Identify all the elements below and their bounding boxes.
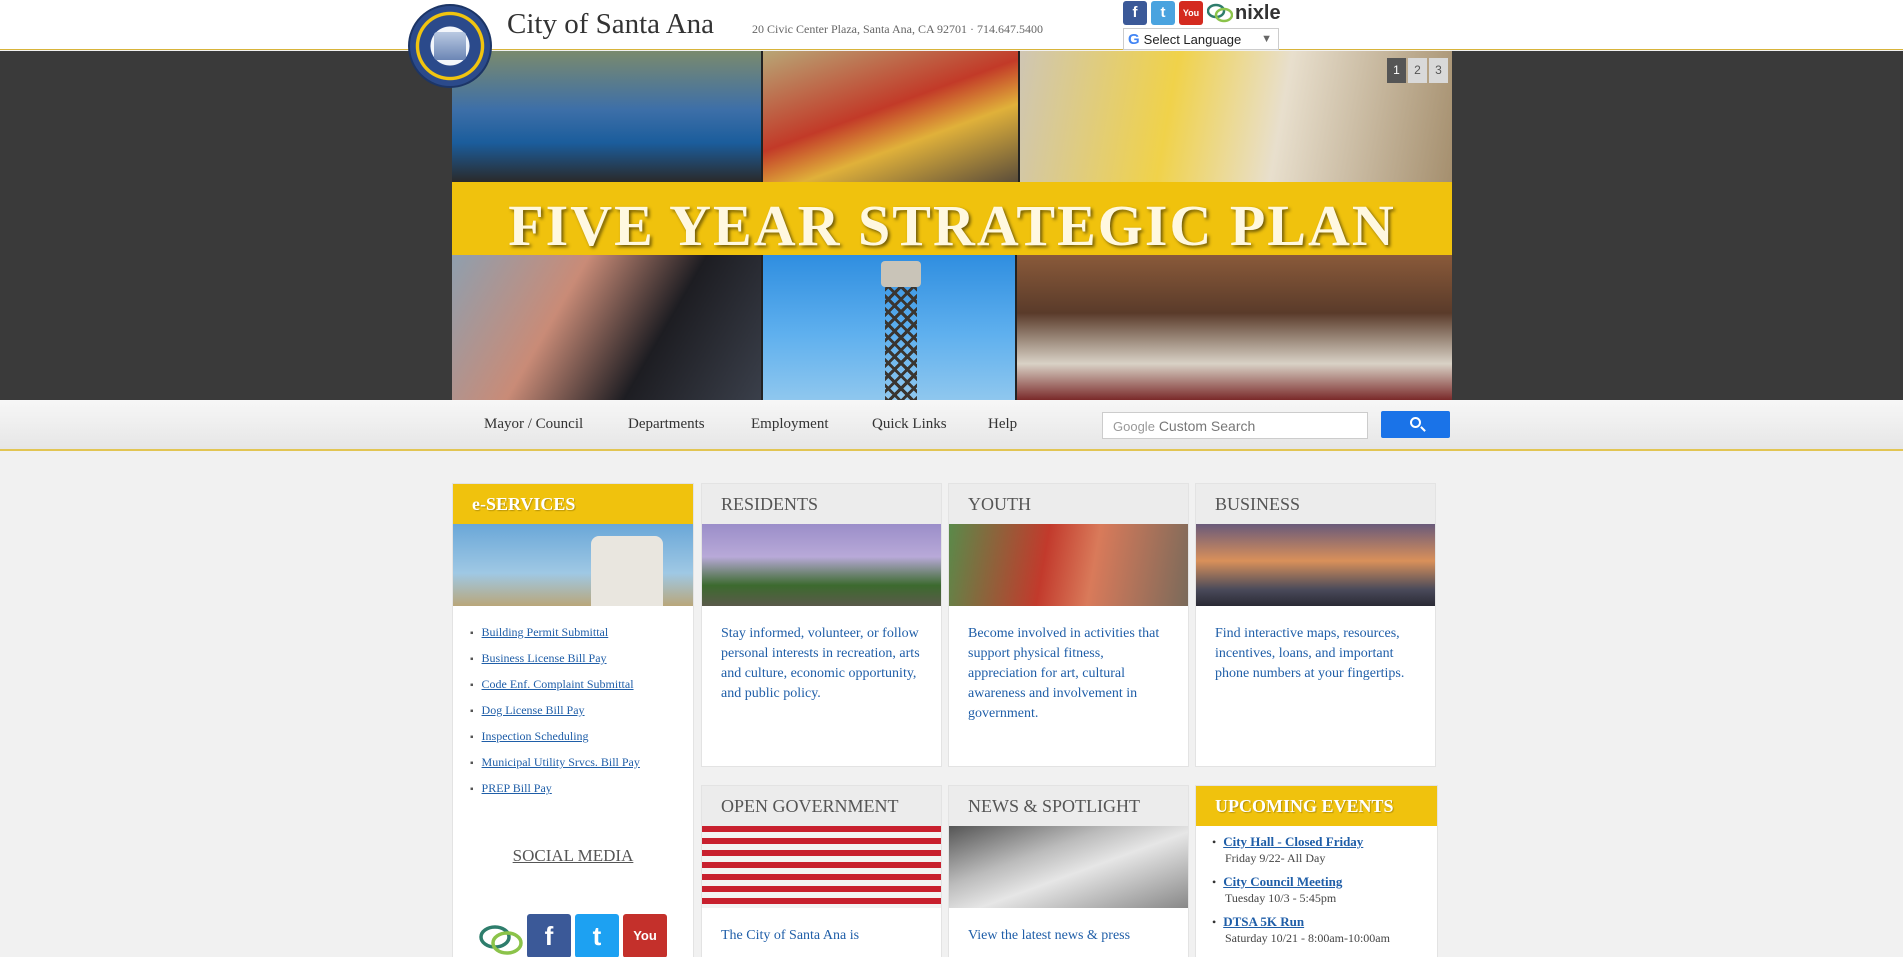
- search-input[interactable]: Google Custom Search: [1102, 412, 1368, 439]
- twitter-icon[interactable]: t: [1151, 1, 1175, 25]
- list-item: City Council Meeting Tuesday 10/3 - 5:45p…: [1212, 874, 1427, 906]
- nav-quick-links[interactable]: Quick Links: [872, 416, 947, 433]
- news-description: View the latest news & press: [968, 928, 1131, 943]
- event-link[interactable]: City Council Meeting: [1223, 874, 1342, 889]
- list-item: DTSA 5K Run Saturday 10/21 - 8:00am-10:00…: [1212, 914, 1427, 946]
- event-link[interactable]: DTSA 5K Run: [1223, 914, 1304, 929]
- eservice-link-dog-license[interactable]: Dog License Bill Pay: [482, 703, 585, 717]
- business-image: [1196, 524, 1435, 606]
- photo-child-playground: [763, 51, 1018, 182]
- slide-dot-1[interactable]: 1: [1387, 58, 1406, 83]
- nixle-icon[interactable]: [479, 922, 523, 957]
- search-placeholder: Custom Search: [1158, 418, 1256, 434]
- eservices-water-tower-image: [453, 524, 693, 606]
- eservice-link-code-enforcement[interactable]: Code Enf. Complaint Submittal: [482, 677, 634, 691]
- nixle-label: nixle: [1235, 1, 1281, 24]
- news-panel[interactable]: NEWS & SPOTLIGHT View the latest news & …: [948, 785, 1189, 957]
- facebook-icon[interactable]: f: [1123, 1, 1147, 25]
- open-government-flags-image: [702, 826, 941, 908]
- seal-building-emblem: [434, 32, 466, 60]
- business-title[interactable]: BUSINESS: [1196, 484, 1435, 524]
- eservice-link-building-permit[interactable]: Building Permit Submittal: [482, 625, 609, 639]
- eservice-link-prep[interactable]: PREP Bill Pay: [482, 781, 552, 795]
- nav-employment[interactable]: Employment: [751, 416, 829, 433]
- chevron-down-icon: ▼: [1261, 33, 1272, 45]
- event-date: Friday 9/22- All Day: [1225, 851, 1326, 865]
- main-navigation: Mayor / Council Departments Employment Q…: [0, 400, 1903, 451]
- slide-dot-3[interactable]: 3: [1429, 58, 1448, 83]
- eservices-title: e-SERVICES: [453, 484, 693, 524]
- business-description: Find interactive maps, resources, incent…: [1215, 626, 1405, 681]
- eservices-tower-tank: [591, 536, 663, 606]
- residents-image: [702, 524, 941, 606]
- twitter-icon[interactable]: t: [575, 914, 619, 957]
- social-media-heading[interactable]: SOCIAL MEDIA: [453, 846, 693, 866]
- list-item: Building Permit Submittal: [470, 620, 693, 646]
- events-title[interactable]: UPCOMING EVENTS: [1196, 786, 1437, 826]
- header-social-links: f t You nixle: [1123, 1, 1281, 25]
- eservices-panel: e-SERVICES Building Permit Submittal Bus…: [452, 483, 694, 957]
- nav-departments[interactable]: Departments: [628, 416, 705, 433]
- google-brand-label: Google: [1113, 419, 1155, 434]
- business-panel[interactable]: BUSINESS Find interactive maps, resource…: [1195, 483, 1436, 767]
- list-item: Business License Bill Pay: [470, 646, 693, 672]
- site-title[interactable]: City of Santa Ana: [507, 8, 714, 41]
- language-select-label: Select Language: [1143, 31, 1242, 47]
- site-address: 20 Civic Center Plaza, Santa Ana, CA 927…: [752, 22, 1043, 36]
- water-tower-frame: [885, 287, 917, 400]
- open-government-panel[interactable]: OPEN GOVERNMENT The City of Santa Ana is: [701, 785, 942, 957]
- nav-mayor-council[interactable]: Mayor / Council: [484, 416, 583, 433]
- social-media-icons: f t You: [479, 914, 667, 957]
- banner-title: FIVE YEAR STRATEGIC PLAN: [508, 193, 1396, 258]
- event-date: Tuesday 10/3 - 5:45pm: [1225, 891, 1337, 905]
- nixle-bubbles-icon: [1207, 3, 1233, 23]
- list-item: Dog License Bill Pay: [470, 698, 693, 724]
- list-item: PREP Bill Pay: [470, 776, 693, 802]
- events-list: City Hall - Closed Friday Friday 9/22- Al…: [1196, 826, 1437, 946]
- google-g-icon: G: [1128, 30, 1140, 48]
- photo-community-meeting: [1017, 255, 1452, 400]
- list-item: Inspection Scheduling: [470, 724, 693, 750]
- city-seal-logo[interactable]: [408, 4, 492, 88]
- eservice-link-utility[interactable]: Municipal Utility Srvcs. Bill Pay: [482, 755, 640, 769]
- search-button[interactable]: [1381, 411, 1450, 438]
- eservice-link-business-license[interactable]: Business License Bill Pay: [482, 651, 607, 665]
- youtube-icon[interactable]: You: [623, 914, 667, 957]
- list-item: Municipal Utility Srvcs. Bill Pay: [470, 750, 693, 776]
- eservices-list: Building Permit Submittal Business Licen…: [453, 606, 693, 802]
- eservice-link-inspection[interactable]: Inspection Scheduling: [482, 729, 589, 743]
- photo-water-tower: [763, 255, 1015, 400]
- nixle-icon[interactable]: nixle: [1207, 2, 1281, 25]
- facebook-icon[interactable]: f: [527, 914, 571, 957]
- youth-title[interactable]: YOUTH: [949, 484, 1188, 524]
- nav-help[interactable]: Help: [988, 416, 1017, 433]
- event-date: Saturday 10/21 - 8:00am-10:00am: [1225, 931, 1390, 945]
- residents-title[interactable]: RESIDENTS: [702, 484, 941, 524]
- list-item: City Hall - Closed Friday Friday 9/22- Al…: [1212, 834, 1427, 866]
- youtube-icon[interactable]: You: [1179, 1, 1203, 25]
- news-newspaper-image: [949, 826, 1188, 908]
- youth-image: [949, 524, 1188, 606]
- news-title[interactable]: NEWS & SPOTLIGHT: [949, 786, 1188, 826]
- open-government-description: The City of Santa Ana is: [721, 928, 860, 943]
- slideshow-pager: 1 2 3: [1387, 58, 1448, 83]
- translate-language-select[interactable]: G Select Language ▼: [1123, 28, 1279, 50]
- hero-slideshow[interactable]: FIVE YEAR STRATEGIC PLAN: [452, 51, 1452, 400]
- slide-dot-2[interactable]: 2: [1408, 58, 1427, 83]
- photo-runners: [452, 51, 761, 182]
- events-panel: UPCOMING EVENTS City Hall - Closed Frida…: [1195, 785, 1438, 957]
- open-government-title[interactable]: OPEN GOVERNMENT: [702, 786, 941, 826]
- search-icon: [1410, 417, 1421, 428]
- youth-description: Become involved in activities that suppo…: [968, 626, 1160, 721]
- water-tower-tank: [881, 261, 921, 287]
- residents-description: Stay informed, volunteer, or follow pers…: [721, 626, 920, 701]
- list-item: Code Enf. Complaint Submittal: [470, 672, 693, 698]
- youth-panel[interactable]: YOUTH Become involved in activities that…: [948, 483, 1189, 767]
- event-link[interactable]: City Hall - Closed Friday: [1223, 834, 1363, 849]
- photo-police-children: [452, 255, 761, 400]
- residents-panel[interactable]: RESIDENTS Stay informed, volunteer, or f…: [701, 483, 942, 767]
